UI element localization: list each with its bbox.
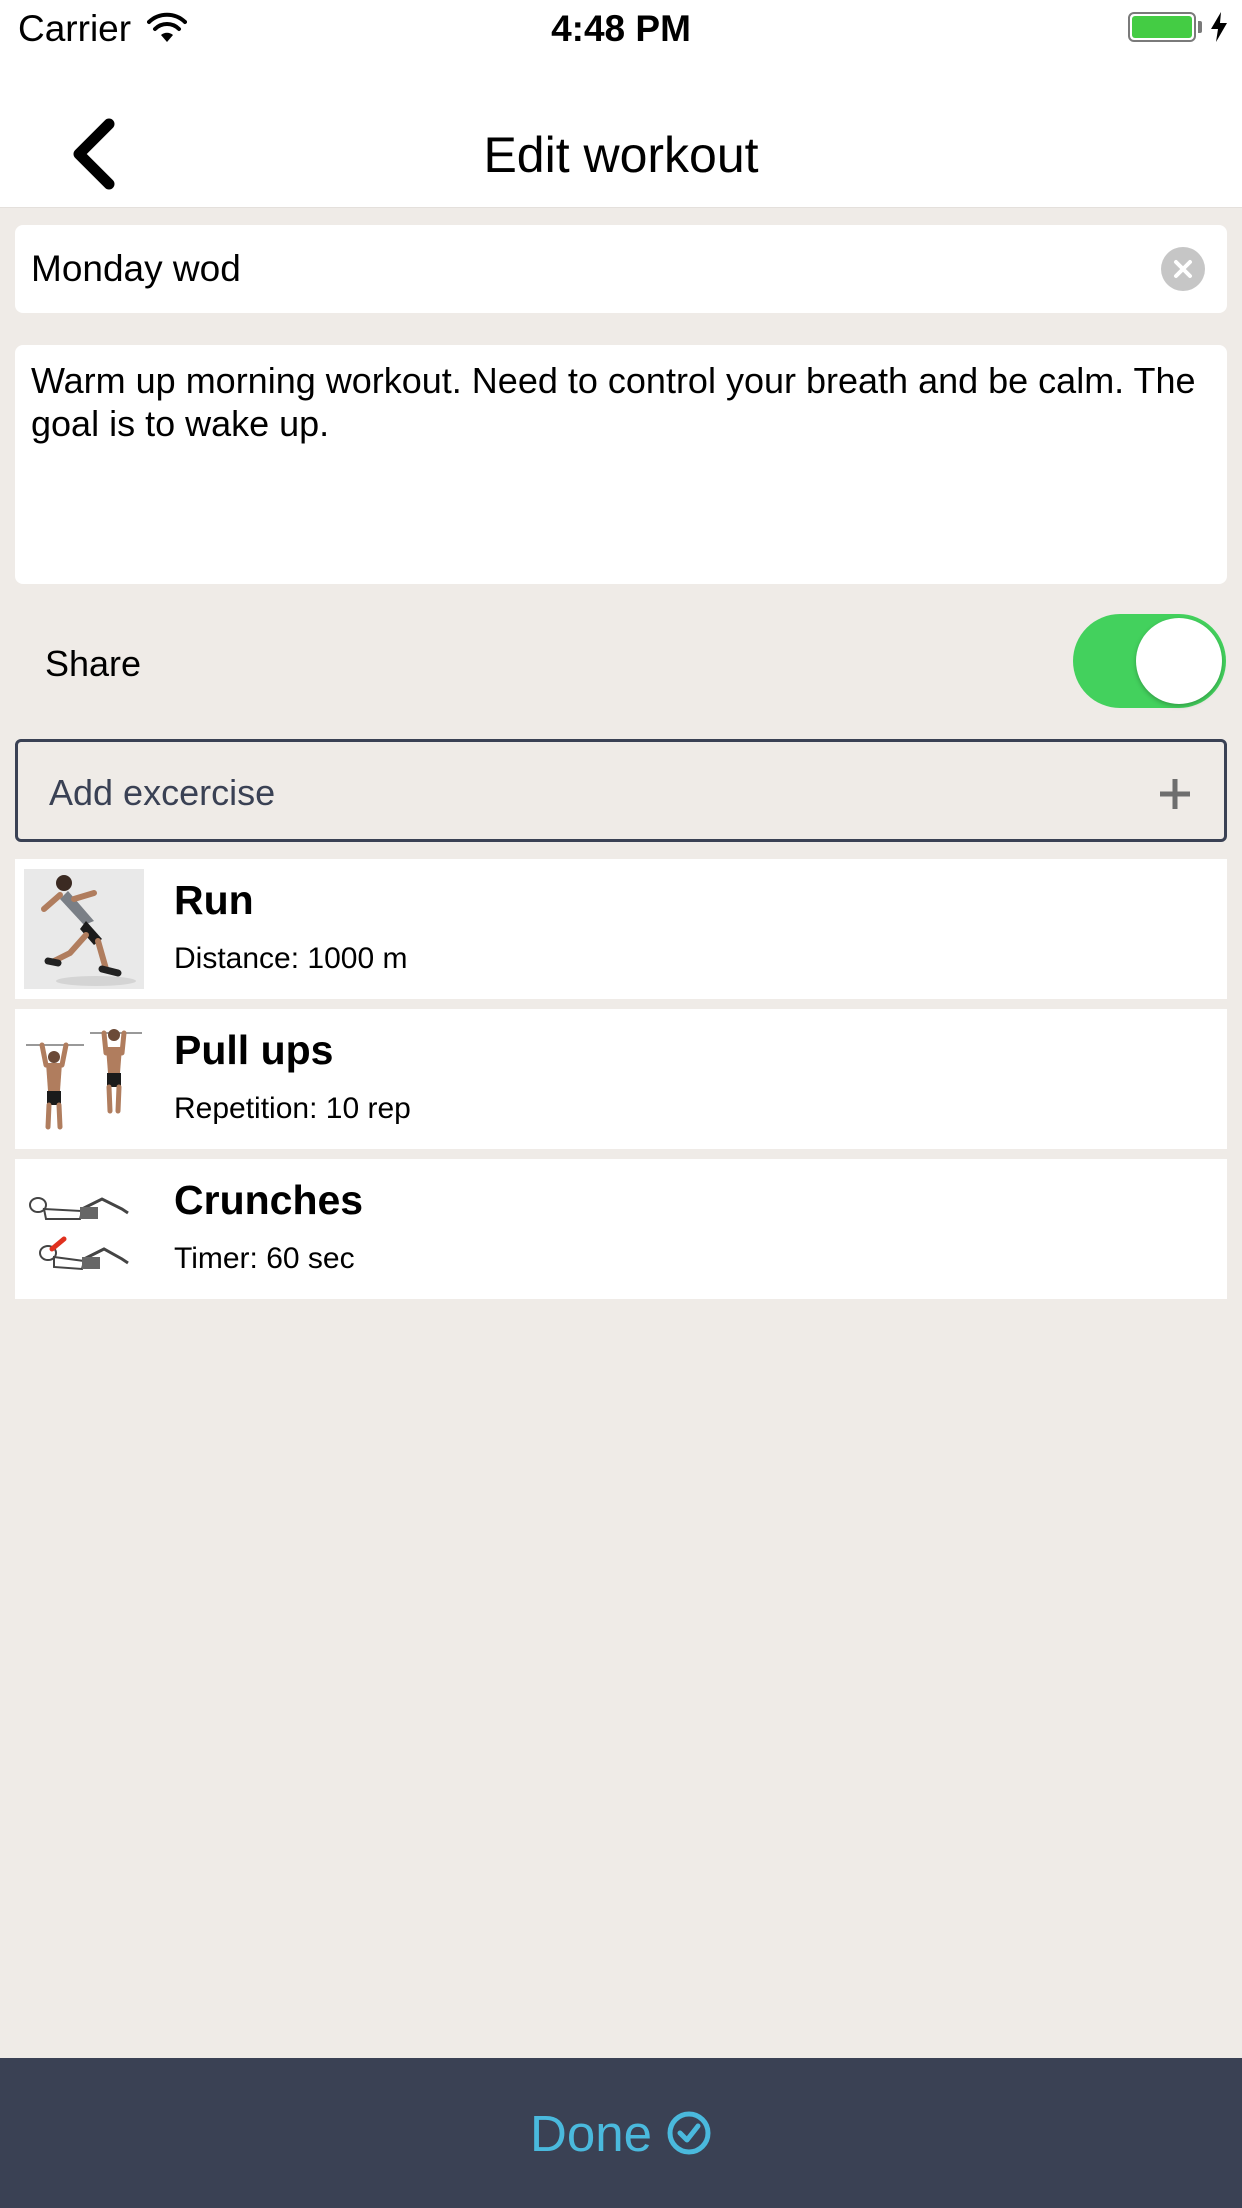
check-circle-icon	[667, 2111, 711, 2155]
clear-button[interactable]	[1161, 247, 1205, 291]
status-right	[1128, 12, 1228, 42]
add-exercise-button[interactable]: Add excercise	[15, 739, 1227, 842]
battery-level	[1132, 16, 1192, 38]
plus-icon	[1160, 779, 1190, 809]
pullup-image	[24, 1019, 144, 1139]
battery-icon	[1128, 12, 1196, 42]
exercise-detail: Timer: 60 sec	[174, 1242, 355, 1275]
workout-description-field[interactable]: Warm up morning workout. Need to control…	[15, 345, 1227, 584]
nav-bar: Edit workout	[0, 62, 1242, 208]
done-label: Done	[530, 2104, 652, 2162]
status-bar: Carrier 4:48 PM	[0, 0, 1242, 62]
crunches-image	[24, 1169, 144, 1289]
done-button[interactable]: Done	[0, 2058, 1242, 2208]
exercise-name: Crunches	[174, 1177, 364, 1223]
exercise-name: Run	[174, 877, 254, 923]
bolt-icon	[1211, 12, 1227, 42]
share-label: Share	[45, 643, 142, 684]
share-toggle[interactable]	[1073, 614, 1226, 708]
runner-image	[24, 869, 144, 989]
edit-workout-screen: Carrier 4:48 PM Edit workout Monday wod …	[0, 0, 1242, 2208]
battery-cap	[1198, 21, 1202, 33]
list-item[interactable]: Crunches Timer: 60 sec	[15, 1159, 1227, 1299]
list-item[interactable]: Run Distance: 1000 m	[15, 859, 1227, 999]
toggle-knob	[1136, 618, 1222, 704]
workout-name-field	[15, 225, 1227, 313]
workout-name-input[interactable]	[31, 248, 1131, 290]
exercise-list: Run Distance: 1000 m Pull ups Repetition…	[15, 859, 1227, 1309]
exercise-detail: Repetition: 10 rep	[174, 1092, 411, 1125]
page-title: Edit workout	[483, 127, 759, 183]
exercise-detail: Distance: 1000 m	[174, 942, 408, 975]
list-item[interactable]: Pull ups Repetition: 10 rep	[15, 1009, 1227, 1149]
exercise-name: Pull ups	[174, 1027, 334, 1073]
status-time: 4:48 PM	[551, 8, 691, 49]
close-circle-icon	[1174, 260, 1192, 278]
add-exercise-label: Add excercise	[49, 772, 276, 813]
